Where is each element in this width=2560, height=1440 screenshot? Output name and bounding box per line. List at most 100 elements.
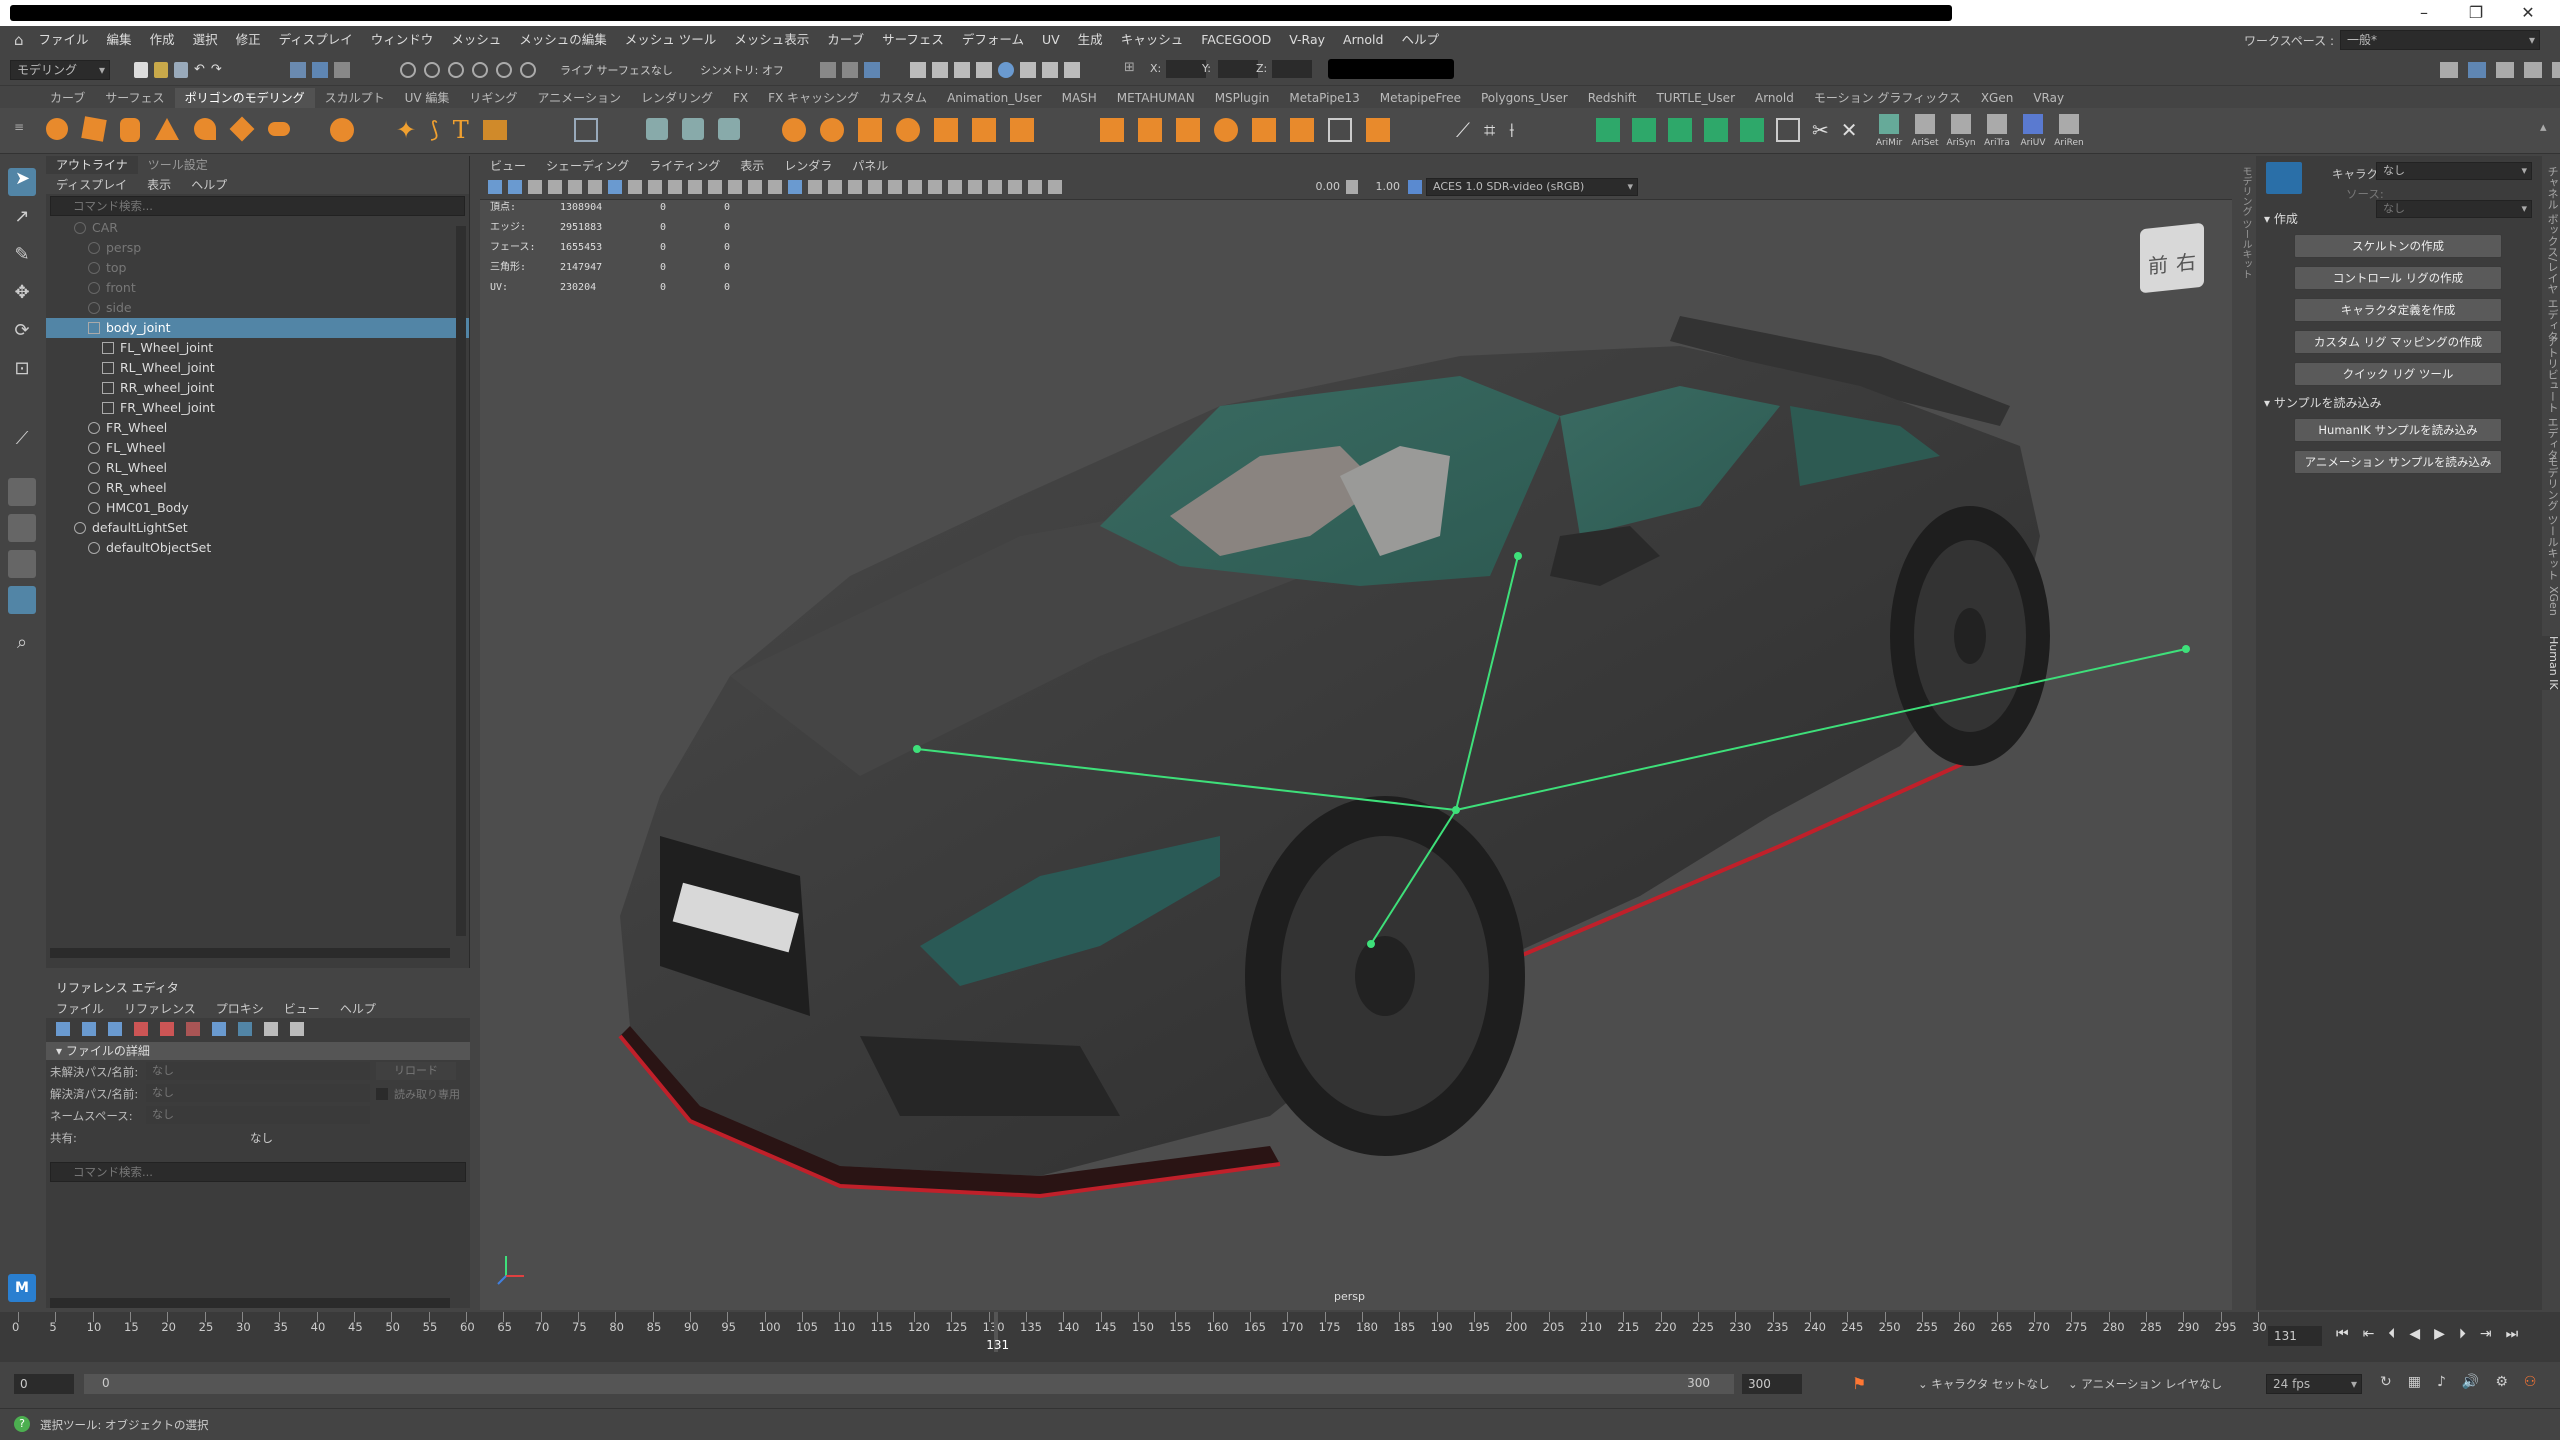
shelf-tab-motion-graphics[interactable]: モーション グラフィックス xyxy=(1804,88,1971,108)
xray-joints-icon[interactable] xyxy=(848,180,862,194)
shelf-menu-icon[interactable]: ≡ xyxy=(14,120,24,134)
workspace-dropdown[interactable]: 一般* xyxy=(2340,30,2540,50)
range-slider[interactable]: 0 300 xyxy=(84,1374,1734,1394)
select-hierarchy-icon[interactable] xyxy=(290,62,306,78)
menu-mesh[interactable]: メッシュ xyxy=(442,26,510,54)
viewport-persp[interactable]: 前 右 persp xyxy=(480,156,2232,1310)
shelf-tab-vray[interactable]: VRay xyxy=(2023,88,2074,108)
outliner-search-input[interactable]: コマンド検索... xyxy=(50,196,465,216)
boolean-difference-icon[interactable] xyxy=(820,118,844,142)
scale-tool-icon[interactable]: ⊡ xyxy=(8,358,36,386)
start-time-field[interactable]: 0 xyxy=(14,1374,74,1394)
fill-hole-icon[interactable] xyxy=(1252,118,1276,142)
uv-cut-icon[interactable]: ✂ xyxy=(1812,118,1829,142)
go-to-end-icon[interactable]: ⏭ xyxy=(2506,1326,2519,1342)
open-scene-icon[interactable] xyxy=(154,62,168,78)
shelf-tab-uv-editing[interactable]: UV 編集 xyxy=(395,88,460,108)
outliner-item[interactable]: side xyxy=(46,298,469,318)
sweep-mesh-icon[interactable]: ⟆ xyxy=(430,118,439,143)
undo-icon[interactable]: ↶ xyxy=(194,62,205,78)
outliner-item[interactable]: FL_Wheel xyxy=(46,438,469,458)
menu-select[interactable]: 選択 xyxy=(184,26,227,54)
ref-edits-icon[interactable] xyxy=(186,1022,200,1036)
step-back-frame-icon[interactable]: ⏴ xyxy=(2388,1326,2395,1342)
outliner-menu-show[interactable]: 表示 xyxy=(137,176,181,193)
outliner-item[interactable]: persp xyxy=(46,238,469,258)
outliner-item[interactable]: CAR xyxy=(46,218,469,238)
remesh-icon[interactable] xyxy=(1010,118,1034,142)
snap-grid-icon[interactable] xyxy=(400,62,416,78)
gate-mask-icon[interactable] xyxy=(668,180,682,194)
shelf-tab-polygons-user[interactable]: Polygons_User xyxy=(1471,88,1578,108)
uv-checker-icon[interactable] xyxy=(1776,118,1800,142)
paint-select-icon[interactable]: ✎ xyxy=(8,244,36,272)
depth-of-field-icon[interactable] xyxy=(988,180,1002,194)
construction-history-icon[interactable] xyxy=(864,62,880,78)
outliner-hscrollbar[interactable] xyxy=(50,948,450,958)
arnold-set-icon[interactable]: AriSet xyxy=(1910,114,1940,149)
channel-box-side-tab[interactable]: チャネル ボックス/レイヤ エディタ xyxy=(2542,166,2560,342)
ref-list-view-icon[interactable] xyxy=(238,1022,252,1036)
source-dropdown[interactable]: なし xyxy=(2376,200,2532,218)
arnold-uv-icon[interactable]: AriUV xyxy=(2018,114,2048,149)
restore-button[interactable]: ❐ xyxy=(2456,3,2496,23)
shelf-tab-custom[interactable]: カスタム xyxy=(869,88,937,108)
arnold-mirror-icon[interactable]: AriMir xyxy=(1874,114,1904,149)
outliner-layout-icon[interactable] xyxy=(8,586,36,614)
search-icon[interactable]: ⌕ xyxy=(8,632,36,660)
view-cube-right[interactable]: 右 xyxy=(2176,245,2196,276)
ref-remove-icon[interactable] xyxy=(134,1022,148,1036)
uv-camera-icon[interactable] xyxy=(1740,118,1764,142)
all-lights-icon[interactable] xyxy=(888,180,902,194)
svg-icon[interactable] xyxy=(483,120,507,140)
auto-key-icon[interactable]: ⚑ xyxy=(1852,1374,1866,1393)
resolved-path-field[interactable]: なし xyxy=(146,1084,370,1102)
outliner-item[interactable]: FR_Wheel xyxy=(46,418,469,438)
channel-box-icon[interactable] xyxy=(2552,62,2560,78)
move-tool-icon[interactable]: ✥ xyxy=(8,282,36,310)
insert-edge-loop-icon[interactable]: ⌗ xyxy=(1484,118,1495,142)
smooth-icon[interactable] xyxy=(718,118,740,140)
xgen-side-tab[interactable]: XGen xyxy=(2542,586,2560,616)
shelf-tab-metapipefree[interactable]: MetapipeFree xyxy=(1370,88,1471,108)
menu-uv[interactable]: UV xyxy=(1033,26,1069,54)
lasso-tool-icon[interactable]: ↗ xyxy=(8,206,36,234)
tool-settings-icon[interactable] xyxy=(2524,62,2542,78)
four-view-icon[interactable] xyxy=(8,514,36,542)
outliner-item[interactable]: front xyxy=(46,278,469,298)
use-default-material-icon[interactable] xyxy=(788,180,802,194)
camera-attributes-icon[interactable] xyxy=(508,180,522,194)
outliner-item[interactable]: RL_Wheel xyxy=(46,458,469,478)
menu-mesh-tools[interactable]: メッシュ ツール xyxy=(616,26,725,54)
samples-section-header[interactable]: ▾ サンプルを読み込み xyxy=(2264,394,2382,411)
custom-rig-mapping-button[interactable]: カスタム リグ マッピングの作成 xyxy=(2294,330,2502,354)
2d-pan-zoom-icon[interactable] xyxy=(568,180,582,194)
resolution-gate-icon[interactable] xyxy=(648,180,662,194)
wedge-icon[interactable] xyxy=(1328,118,1352,142)
mesh-grid-icon[interactable] xyxy=(574,118,598,142)
outliner-item[interactable]: FR_Wheel_joint xyxy=(46,398,469,418)
multi-cut-icon[interactable]: ⟋ xyxy=(1456,118,1470,142)
reload-button[interactable]: リロード xyxy=(376,1062,456,1080)
y-field[interactable] xyxy=(1218,60,1258,78)
input-ops-icon[interactable] xyxy=(820,62,836,78)
play-forward-icon[interactable]: ▶ xyxy=(2434,1326,2445,1342)
exposure-icon[interactable] xyxy=(1048,180,1062,194)
outliner-item[interactable]: body_joint xyxy=(46,318,469,338)
gamma-field[interactable]: 1.00 xyxy=(1360,178,1400,196)
smooth-shade-icon[interactable] xyxy=(768,180,782,194)
fps-dropdown[interactable]: 24 fps xyxy=(2266,1374,2362,1394)
poly-plane-icon[interactable] xyxy=(230,117,255,142)
create-section-header[interactable]: ▾ 作成 xyxy=(2264,210,2298,227)
snap-point-icon[interactable] xyxy=(448,62,464,78)
outliner-item[interactable]: defaultLightSet xyxy=(46,518,469,538)
end-time-field[interactable]: 300 xyxy=(1742,1374,1802,1394)
select-tool-icon[interactable]: ➤ xyxy=(8,168,36,196)
uv-planar-icon[interactable] xyxy=(1596,118,1620,142)
outliner-item[interactable]: RL_Wheel_joint xyxy=(46,358,469,378)
hypershade-icon[interactable] xyxy=(998,62,1014,78)
poly-torus-icon[interactable] xyxy=(194,118,216,140)
uv-cylindrical-icon[interactable] xyxy=(1632,118,1656,142)
poly-disc-icon[interactable] xyxy=(268,122,290,136)
ref-menu-reference[interactable]: リファレンス xyxy=(114,1000,206,1017)
